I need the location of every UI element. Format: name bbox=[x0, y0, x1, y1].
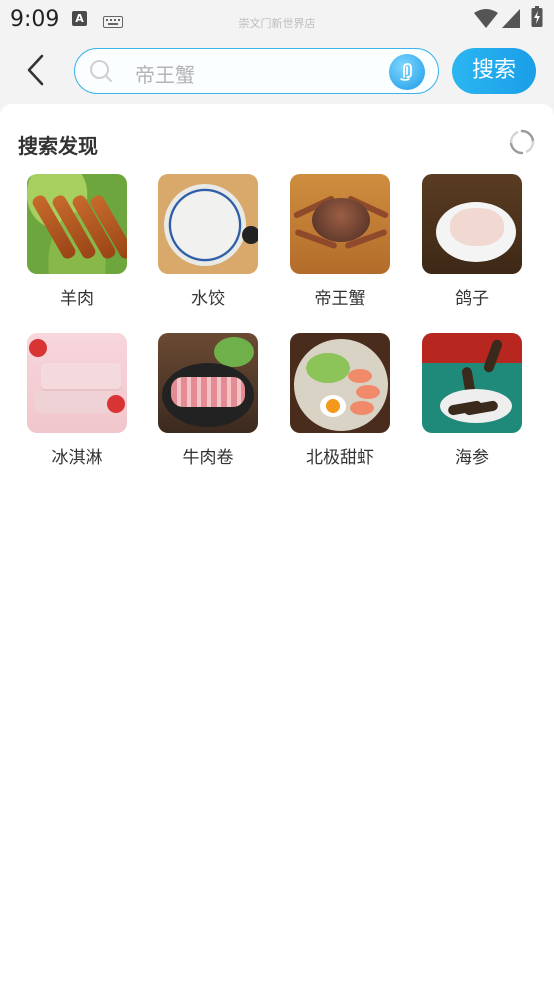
search-button[interactable]: 搜索 bbox=[452, 48, 536, 94]
discover-item-label: 海参 bbox=[455, 448, 489, 468]
arctic-shrimp-image bbox=[290, 333, 390, 433]
search-icon bbox=[90, 60, 112, 82]
discover-item-label: 羊肉 bbox=[60, 289, 94, 309]
king-crab-image bbox=[290, 174, 390, 274]
discover-item-pigeon[interactable]: 鸽子 bbox=[406, 174, 538, 309]
discover-item-dumplings[interactable]: 水饺 bbox=[142, 174, 274, 309]
search-header: 帝王蟹 搜索 bbox=[0, 40, 554, 102]
discover-item-label: 帝王蟹 bbox=[314, 289, 366, 309]
battery-icon bbox=[531, 6, 543, 32]
section-title: 搜索发现 bbox=[18, 134, 98, 158]
ice-cream-image bbox=[27, 333, 127, 433]
discover-item-label: 水饺 bbox=[191, 289, 225, 309]
discover-item-arctic-shrimp[interactable]: 北极甜虾 bbox=[274, 333, 406, 468]
discover-item-lamb[interactable]: 羊肉 bbox=[11, 174, 143, 309]
chevron-left-icon bbox=[27, 54, 44, 86]
search-discover-panel: 搜索发现 羊肉 水饺 帝王蟹 鸽子 冰淇淋 牛肉卷 北极甜虾 海参 bbox=[0, 104, 554, 985]
discover-item-label: 冰淇淋 bbox=[51, 448, 103, 468]
microphone-icon bbox=[400, 63, 412, 81]
dumplings-image bbox=[158, 174, 258, 274]
back-button[interactable] bbox=[22, 52, 50, 88]
discover-item-king-crab[interactable]: 帝王蟹 bbox=[274, 174, 406, 309]
discover-item-sea-cucumber[interactable]: 海参 bbox=[406, 333, 538, 468]
refresh-button[interactable] bbox=[508, 128, 536, 156]
discover-item-beef-roll[interactable]: 牛肉卷 bbox=[142, 333, 274, 468]
voice-search-button[interactable] bbox=[389, 54, 425, 90]
search-placeholder: 帝王蟹 bbox=[135, 63, 195, 87]
discover-item-ice-cream[interactable]: 冰淇淋 bbox=[11, 333, 143, 468]
beef-roll-image bbox=[158, 333, 258, 433]
discover-item-label: 北极甜虾 bbox=[306, 448, 374, 468]
search-input[interactable]: 帝王蟹 bbox=[74, 48, 439, 94]
lamb-image bbox=[27, 174, 127, 274]
status-bar: 9:09 A 崇文门新世界店 bbox=[0, 0, 554, 40]
refresh-icon bbox=[509, 129, 535, 155]
discover-item-label: 牛肉卷 bbox=[182, 448, 234, 468]
signal-icon bbox=[502, 9, 520, 33]
wifi-icon bbox=[474, 9, 498, 33]
pigeon-image bbox=[422, 174, 522, 274]
sea-cucumber-image bbox=[422, 333, 522, 433]
discover-item-label: 鸽子 bbox=[455, 289, 489, 309]
store-name-text: 崇文门新世界店 bbox=[238, 17, 316, 30]
